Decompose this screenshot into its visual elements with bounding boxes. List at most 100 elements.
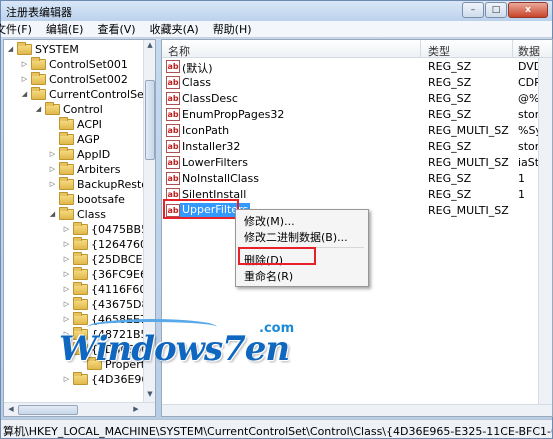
menu-help[interactable]: 帮助(H): [206, 21, 259, 37]
expander-icon[interactable]: ▷: [62, 270, 71, 279]
minimize-button[interactable]: –: [462, 2, 484, 18]
value-name: Class: [182, 76, 211, 89]
folder-icon: [73, 297, 88, 310]
tree-node[interactable]: AGP: [48, 132, 100, 147]
tree-node[interactable]: ◢ Class: [48, 207, 106, 222]
value-row[interactable]: ab LowerFilters REG_MULTI_SZ iaStorF: [162, 155, 552, 171]
value-row[interactable]: ab NoInstallClass REG_SZ 1: [162, 171, 552, 187]
close-button[interactable]: x: [508, 2, 548, 18]
tree-scroll-thumb[interactable]: [145, 80, 155, 160]
value-type: REG_SZ: [428, 140, 472, 153]
string-value-icon: ab: [166, 172, 180, 185]
value-name: ClassDesc: [182, 92, 238, 105]
expander-icon[interactable]: ◢: [6, 45, 15, 54]
watermark-logo: Windows7en .com: [51, 319, 311, 379]
menu-edit[interactable]: 编辑(E): [39, 21, 91, 37]
expander-icon[interactable]: ▷: [20, 75, 29, 84]
value-row[interactable]: abClassDescREG_SZ@%Sys: [162, 91, 552, 107]
folder-icon: [59, 177, 74, 190]
expander-icon[interactable]: [48, 135, 57, 144]
column-name[interactable]: 名称: [168, 43, 190, 59]
folder-icon: [17, 42, 32, 55]
tree-node[interactable]: ▷ ControlSet001: [20, 57, 128, 72]
value-name: IconPath: [182, 124, 230, 137]
menu-file[interactable]: 文件(F): [0, 21, 39, 37]
folder-icon: [73, 267, 88, 280]
expander-icon[interactable]: ▷: [62, 240, 71, 249]
tree-node-label: ACPI: [77, 118, 102, 131]
tree-node-label: Class: [77, 208, 106, 221]
scroll-right-icon[interactable]: ▶: [130, 405, 142, 413]
values-horizontal-scrollbar[interactable]: [162, 404, 552, 416]
expander-icon[interactable]: ◢: [34, 105, 43, 114]
value-row[interactable]: abClassREG_SZCDRON: [162, 75, 552, 91]
value-type: REG_SZ: [428, 188, 472, 201]
value-row[interactable]: abIconPathREG_MULTI_SZ%Syste: [162, 123, 552, 139]
value-row[interactable]: ab (默认) REG_SZ DVD/C: [162, 59, 552, 75]
expander-icon[interactable]: ◢: [48, 210, 57, 219]
watermark-text: Windows7en: [59, 329, 290, 369]
expander-icon[interactable]: ▷: [48, 150, 57, 159]
column-divider[interactable]: [512, 40, 513, 58]
tree-node[interactable]: ▷ ControlSet002: [20, 72, 128, 87]
context-modify-binary[interactable]: 修改二进制数据(B)...: [244, 229, 348, 245]
title-bar[interactable]: 注册表编辑器 – □ x: [1, 1, 552, 21]
scroll-left-icon[interactable]: ◀: [5, 405, 17, 413]
value-type: REG_SZ: [428, 172, 472, 185]
value-row[interactable]: abEnumPropPages32REG_SZstorpro: [162, 107, 552, 123]
expander-icon[interactable]: ▷: [62, 255, 71, 264]
tree-node[interactable]: ◢ CurrentControlSet: [20, 87, 148, 102]
values-vertical-scrollbar[interactable]: [538, 58, 552, 404]
column-divider[interactable]: [420, 40, 421, 58]
tree-node[interactable]: ▷{36FC9E60-C: [62, 267, 155, 282]
folder-icon: [59, 132, 74, 145]
tree-node[interactable]: ▷{4116F60B-2: [62, 282, 155, 297]
string-value-icon: ab: [166, 76, 180, 89]
tree-node[interactable]: ▷{43675D81-5: [62, 297, 155, 312]
status-bar: 算机\HKEY_LOCAL_MACHINE\SYSTEM\CurrentCont…: [1, 419, 552, 438]
tree-node-label: ControlSet001: [49, 58, 128, 71]
expander-icon[interactable]: [48, 195, 57, 204]
expander-icon[interactable]: ▷: [62, 225, 71, 234]
value-type: REG_MULTI_SZ: [428, 124, 509, 137]
folder-icon: [59, 192, 74, 205]
value-row[interactable]: abInstaller32REG_SZstorpro: [162, 139, 552, 155]
tree-node[interactable]: ◢ Control: [34, 102, 103, 117]
tree-node[interactable]: ▷ Arbiters: [48, 162, 120, 177]
watermark-suffix: .com: [259, 321, 295, 336]
expander-icon[interactable]: ▷: [48, 180, 57, 189]
context-modify[interactable]: 修改(M)...: [244, 213, 295, 229]
expander-icon[interactable]: ▷: [62, 285, 71, 294]
menu-favorites[interactable]: 收藏夹(A): [143, 21, 206, 37]
expander-icon[interactable]: ▷: [62, 300, 71, 309]
expander-icon[interactable]: ▷: [48, 165, 57, 174]
window-controls: – □ x: [461, 2, 548, 18]
expander-icon[interactable]: ▷: [20, 60, 29, 69]
scroll-down-icon[interactable]: ▼: [144, 390, 155, 398]
menu-view[interactable]: 查看(V): [90, 21, 142, 37]
tree-hscroll-thumb[interactable]: [18, 405, 78, 415]
tree-node[interactable]: ▷{25DBCE51-6: [62, 252, 155, 267]
expander-icon[interactable]: [48, 120, 57, 129]
tree-node[interactable]: ▷{0475BB51-5: [62, 222, 155, 237]
scroll-up-icon[interactable]: ▲: [144, 41, 155, 49]
highlight-box-delete: [238, 247, 316, 265]
tree-node[interactable]: ▷ BackupRestore: [48, 177, 155, 192]
folder-icon: [59, 117, 74, 130]
column-data[interactable]: 数据: [518, 43, 540, 59]
tree-horizontal-scrollbar[interactable]: ◀ ▶: [4, 402, 155, 416]
tree-node-label: CurrentControlSet: [49, 88, 149, 101]
tree-node[interactable]: ▷{1264760F-A: [62, 237, 155, 252]
tree-node[interactable]: ▷ AppID: [48, 147, 110, 162]
column-type[interactable]: 类型: [428, 43, 450, 59]
tree-node[interactable]: bootsafe: [48, 192, 125, 207]
tree-node[interactable]: ACPI: [48, 117, 102, 132]
tree-node[interactable]: ◢ SYSTEM: [6, 42, 79, 57]
value-name: (默认): [182, 62, 213, 75]
status-path: 算机\HKEY_LOCAL_MACHINE\SYSTEM\CurrentCont…: [3, 425, 552, 438]
maximize-button[interactable]: □: [485, 2, 507, 18]
folder-icon: [31, 87, 46, 100]
context-rename[interactable]: 重命名(R): [244, 268, 293, 284]
expander-icon[interactable]: ◢: [20, 90, 29, 99]
tree-node-label: Control: [63, 103, 103, 116]
